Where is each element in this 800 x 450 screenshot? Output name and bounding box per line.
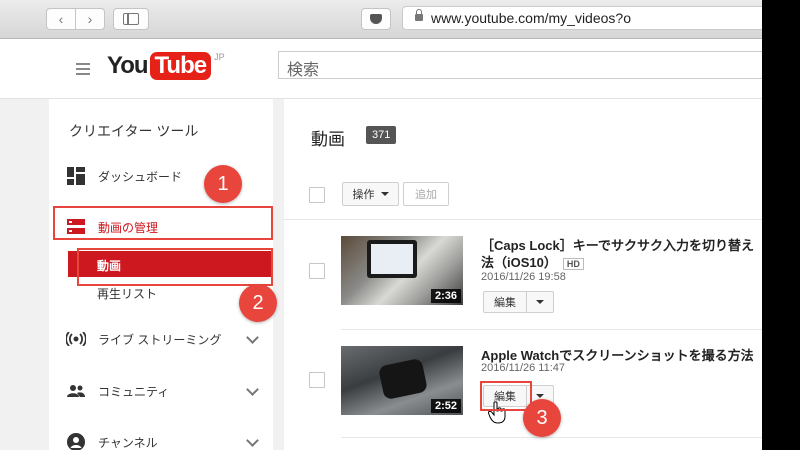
sidebar-subitem-playlists[interactable]: 再生リスト bbox=[97, 285, 157, 302]
browser-toolbar: ‹ › www.youtube.com/my_videos?o bbox=[0, 0, 762, 39]
callout-3: 3 bbox=[523, 399, 561, 437]
sidebar-item-label: ダッシュボード bbox=[98, 169, 183, 184]
callout-1: 1 bbox=[204, 165, 242, 203]
youtube-masthead: You Tube JP 検索 bbox=[0, 39, 762, 99]
video-title-line: 法（iOS10） bbox=[481, 255, 557, 270]
video-date: 2016/11/26 11:47 bbox=[481, 362, 566, 374]
search-placeholder: 検索 bbox=[287, 62, 320, 79]
page-title: 動画 bbox=[311, 130, 345, 149]
add-button[interactable]: 追加 bbox=[403, 182, 449, 206]
video-title-line: ［Caps Lock］キーでサクサク入力を切り替え bbox=[481, 238, 754, 253]
duration-label: 2:36 bbox=[430, 289, 461, 303]
sidebar-title: クリエイター ツール bbox=[69, 123, 199, 139]
caret-down-icon bbox=[536, 394, 544, 398]
caret-down-icon bbox=[380, 192, 389, 196]
duration-label: 2:52 bbox=[430, 399, 461, 413]
divider bbox=[284, 219, 762, 220]
video-date: 2016/11/26 19:58 bbox=[481, 271, 566, 283]
tablet-image bbox=[367, 240, 417, 278]
address-bar[interactable]: www.youtube.com/my_videos?o bbox=[402, 6, 762, 30]
subitem-label: 再生リスト bbox=[97, 287, 158, 301]
watch-image bbox=[377, 357, 429, 401]
pocket-icon bbox=[370, 14, 382, 24]
chevron-down-icon bbox=[246, 434, 259, 447]
video-thumbnail[interactable]: 2:52 bbox=[341, 346, 463, 415]
video-checkbox[interactable] bbox=[309, 372, 325, 388]
lock-icon bbox=[415, 9, 423, 21]
callout-2: 2 bbox=[239, 284, 277, 322]
hd-badge: HD bbox=[562, 257, 584, 270]
edit-menu-button[interactable] bbox=[526, 291, 554, 313]
logo-tube-text: Tube bbox=[149, 52, 212, 80]
video-thumbnail[interactable]: 2:36 bbox=[341, 236, 463, 305]
highlight-video-manager bbox=[53, 206, 273, 240]
sidebar-item-community[interactable]: コミュニティ bbox=[49, 376, 273, 406]
chevron-right-icon: › bbox=[87, 11, 93, 27]
video-title-line: Apple Watchでスクリーンショットを撮る方法 bbox=[481, 348, 754, 363]
video-checkbox[interactable] bbox=[309, 263, 325, 279]
live-streaming-icon bbox=[66, 329, 86, 349]
community-icon bbox=[66, 381, 86, 401]
divider bbox=[341, 329, 762, 330]
logo-you-text: You bbox=[107, 52, 149, 79]
actions-dropdown-button[interactable]: 操作 bbox=[342, 182, 399, 206]
edit-button[interactable]: 編集 bbox=[483, 291, 527, 313]
edit-label: 編集 bbox=[494, 297, 516, 309]
screen: ‹ › www.youtube.com/my_videos?o You Tube… bbox=[0, 0, 762, 450]
sidebar-icon bbox=[123, 13, 139, 25]
chevron-down-icon bbox=[246, 331, 259, 344]
highlight-videos bbox=[77, 248, 273, 286]
chevron-down-icon bbox=[246, 383, 259, 396]
actions-label: 操作 bbox=[352, 189, 375, 201]
caret-down-icon bbox=[536, 300, 544, 304]
sidebar-item-channel[interactable]: チャンネル bbox=[49, 427, 273, 450]
youtube-logo[interactable]: You Tube JP bbox=[107, 52, 225, 80]
divider bbox=[341, 437, 762, 438]
highlight-edit bbox=[480, 381, 532, 411]
dashboard-icon bbox=[66, 166, 86, 186]
forward-button[interactable]: › bbox=[75, 8, 105, 30]
search-input[interactable]: 検索 bbox=[278, 51, 762, 79]
menu-icon[interactable] bbox=[76, 63, 90, 78]
sidebar-toggle-button[interactable] bbox=[113, 8, 149, 30]
pocket-button[interactable] bbox=[361, 8, 391, 30]
sidebar-item-label: チャンネル bbox=[98, 435, 158, 450]
video-count-badge: 371 bbox=[366, 126, 397, 144]
sidebar-item-label: ライブ ストリーミング bbox=[98, 332, 222, 347]
add-label: 追加 bbox=[415, 189, 437, 201]
back-button[interactable]: ‹ bbox=[46, 8, 76, 30]
sidebar-item-live-streaming[interactable]: ライブ ストリーミング bbox=[49, 324, 273, 354]
channel-icon bbox=[66, 432, 86, 450]
sidebar-item-label: コミュニティ bbox=[98, 384, 170, 399]
video-title-continued[interactable]: 法（iOS10） HD bbox=[481, 252, 584, 271]
url-text: www.youtube.com/my_videos?o bbox=[431, 10, 631, 26]
select-all-checkbox[interactable] bbox=[309, 187, 325, 203]
chevron-left-icon: ‹ bbox=[58, 11, 64, 27]
logo-region-text: JP bbox=[214, 52, 225, 62]
